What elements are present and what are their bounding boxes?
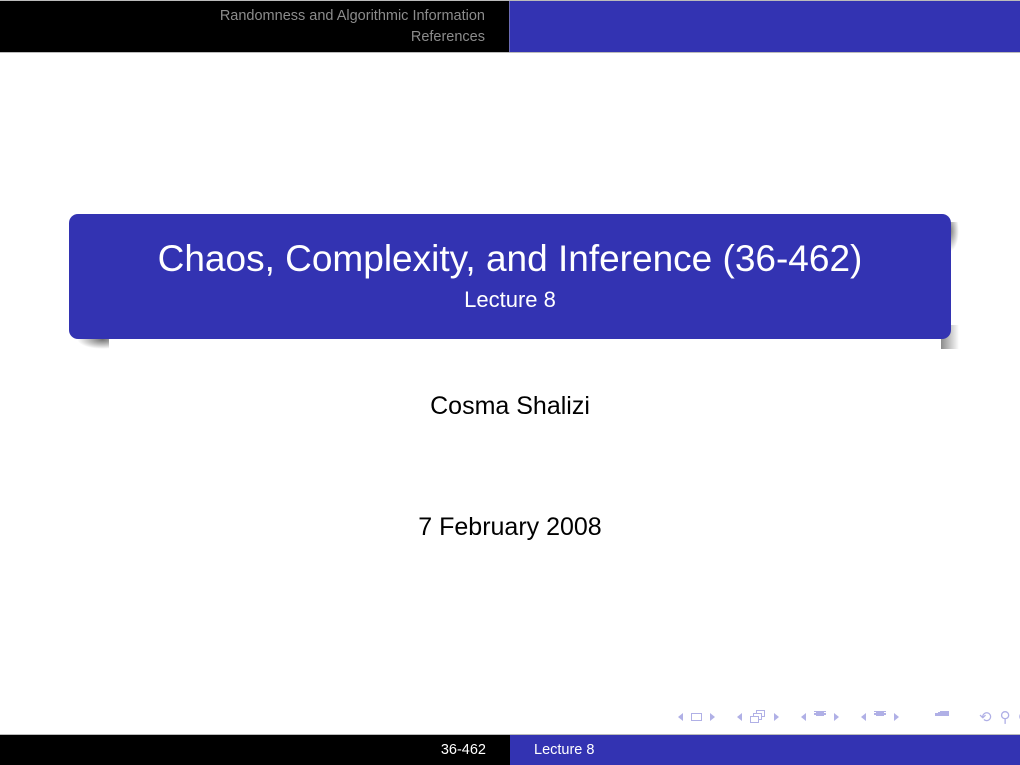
title-box: Chaos, Complexity, and Inference (36-462… [69, 214, 951, 339]
slide-prev-icon[interactable] [737, 713, 742, 721]
slides-icon[interactable] [750, 710, 766, 724]
subsection-prev-icon[interactable] [861, 713, 866, 721]
section-prev-icon[interactable] [801, 713, 806, 721]
section-next-icon[interactable] [834, 713, 839, 721]
section-nav-group [801, 710, 847, 724]
headline-section-link[interactable]: Randomness and Algorithmic Information [220, 6, 485, 27]
headline-subsection-link[interactable]: References [411, 27, 485, 48]
subsection-icon[interactable] [874, 710, 886, 724]
title-block: Chaos, Complexity, and Inference (36-462… [69, 214, 959, 349]
section-icon[interactable] [814, 710, 826, 724]
frame-icon[interactable] [691, 713, 702, 721]
subsection-next-icon[interactable] [894, 713, 899, 721]
frame-next-icon[interactable] [710, 713, 715, 721]
back-icon[interactable]: ⟲ [979, 708, 992, 726]
subsection-nav-group [737, 710, 787, 724]
navigation-symbols: ⟲ ⚲ ⟳ [678, 707, 1020, 727]
date: 7 February 2008 [418, 513, 602, 541]
slide-next-icon[interactable] [774, 713, 779, 721]
footline-course: 36-462 [0, 735, 510, 765]
frame-prev-icon[interactable] [678, 713, 683, 721]
document-nav-group [935, 710, 957, 724]
author: Cosma Shalizi [430, 392, 590, 420]
presentation-subtitle: Lecture 8 [464, 287, 556, 312]
headline-bar: Randomness and Algorithmic Information R… [0, 0, 1020, 53]
subsection-nav-group-2 [861, 710, 907, 724]
footline-title: Lecture 8 [510, 735, 1020, 765]
search-nav-group: ⟲ ⚲ ⟳ [979, 708, 1020, 726]
footline-bar: 36-462 Lecture 8 [0, 734, 1020, 765]
headline-section-panel: Randomness and Algorithmic Information R… [0, 1, 510, 52]
presentation-title: Chaos, Complexity, and Inference (36-462… [157, 238, 863, 279]
document-icon[interactable] [935, 710, 949, 724]
frame-nav-group [678, 713, 723, 721]
headline-blank-panel [510, 1, 1020, 52]
search-icon[interactable]: ⚲ [1000, 708, 1011, 726]
